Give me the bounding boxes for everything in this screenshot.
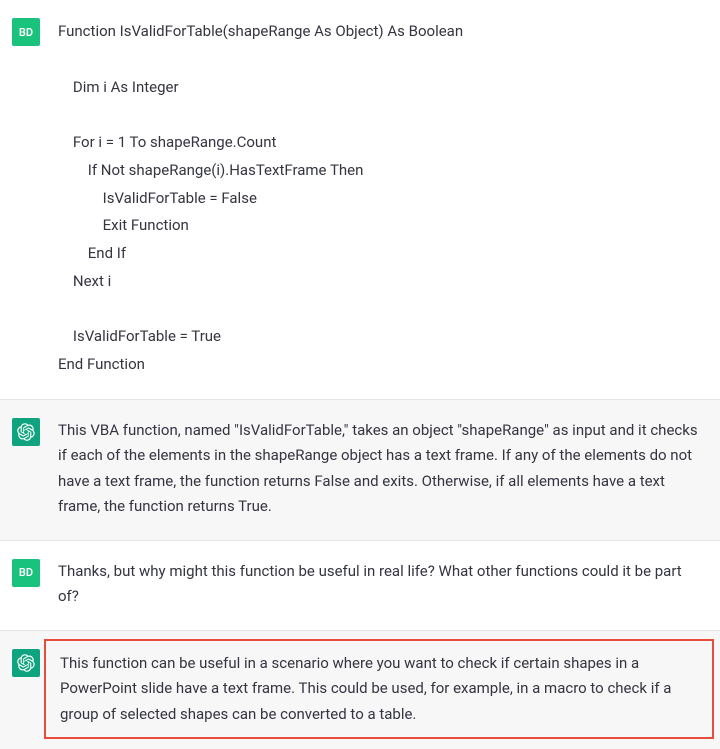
avatar-user: BD [12, 559, 40, 587]
avatar-user: BD [12, 18, 40, 46]
avatar-assistant [12, 649, 40, 677]
highlight-annotation: This function can be useful in a scenari… [44, 639, 714, 740]
chat-message-user: BD Thanks, but why might this function b… [0, 541, 720, 631]
message-text: This VBA function, named "IsValidForTabl… [58, 418, 700, 520]
avatar-initials: BD [19, 566, 33, 579]
avatar-initials: BD [19, 26, 33, 39]
message-content: This VBA function, named "IsValidForTabl… [58, 418, 708, 520]
chat-message-user: BD Function IsValidForTable(shapeRange A… [0, 0, 720, 400]
message-text: This function can be useful in a scenari… [60, 651, 698, 728]
chat-message-assistant: This function can be useful in a scenari… [0, 631, 720, 749]
message-content: This function can be useful in a scenari… [58, 649, 708, 730]
openai-icon [17, 423, 35, 441]
message-text: Thanks, but why might this function be u… [58, 559, 700, 610]
avatar-assistant [12, 418, 40, 446]
message-content: Thanks, but why might this function be u… [58, 559, 708, 610]
code-block: Function IsValidForTable(shapeRange As O… [58, 18, 700, 379]
message-content: Function IsValidForTable(shapeRange As O… [58, 18, 708, 379]
chat-message-assistant: This VBA function, named "IsValidForTabl… [0, 400, 720, 541]
openai-icon [17, 654, 35, 672]
